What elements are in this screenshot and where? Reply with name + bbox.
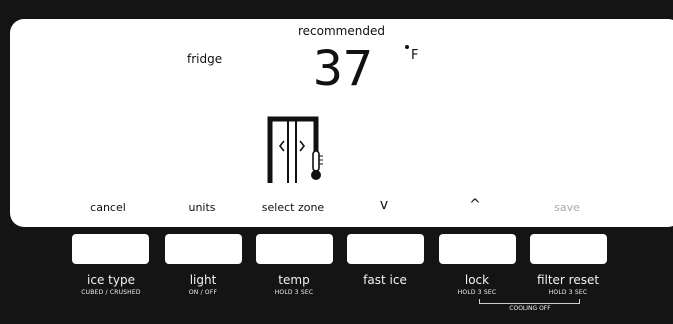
zone-label: fridge: [187, 52, 223, 66]
filter-reset-sublabel: HOLD 3 SEC: [548, 289, 588, 296]
display-panel: recommended fridge 37 F cancel units sel…: [10, 19, 673, 227]
decrease-soft-key[interactable]: v: [339, 197, 429, 213]
select-zone-soft-key[interactable]: select zone: [248, 201, 338, 214]
save-soft-key[interactable]: save: [522, 201, 612, 214]
recommended-label: recommended: [298, 24, 385, 38]
temperature-readout: 37: [313, 43, 373, 89]
lock-button[interactable]: [439, 234, 516, 264]
fast-ice-button[interactable]: [347, 234, 424, 264]
cooling-off-label: COOLING OFF: [509, 305, 551, 312]
temperature-unit: F: [411, 48, 419, 63]
temp-sublabel: HOLD 3 SEC: [274, 289, 314, 296]
combo-bracket: [479, 299, 580, 304]
temperature-value: 37: [313, 43, 373, 89]
units-soft-key[interactable]: units: [157, 201, 247, 214]
degree-symbol: [405, 45, 409, 49]
filter-reset-label: filter reset: [536, 273, 600, 287]
filter-reset-button[interactable]: [530, 234, 607, 264]
fridge-icon: [267, 116, 323, 183]
light-button[interactable]: [165, 234, 242, 264]
increase-soft-key[interactable]: ^: [430, 197, 520, 213]
cancel-soft-key[interactable]: cancel: [63, 201, 153, 214]
temp-button[interactable]: [256, 234, 333, 264]
ice-type-button[interactable]: [72, 234, 149, 264]
